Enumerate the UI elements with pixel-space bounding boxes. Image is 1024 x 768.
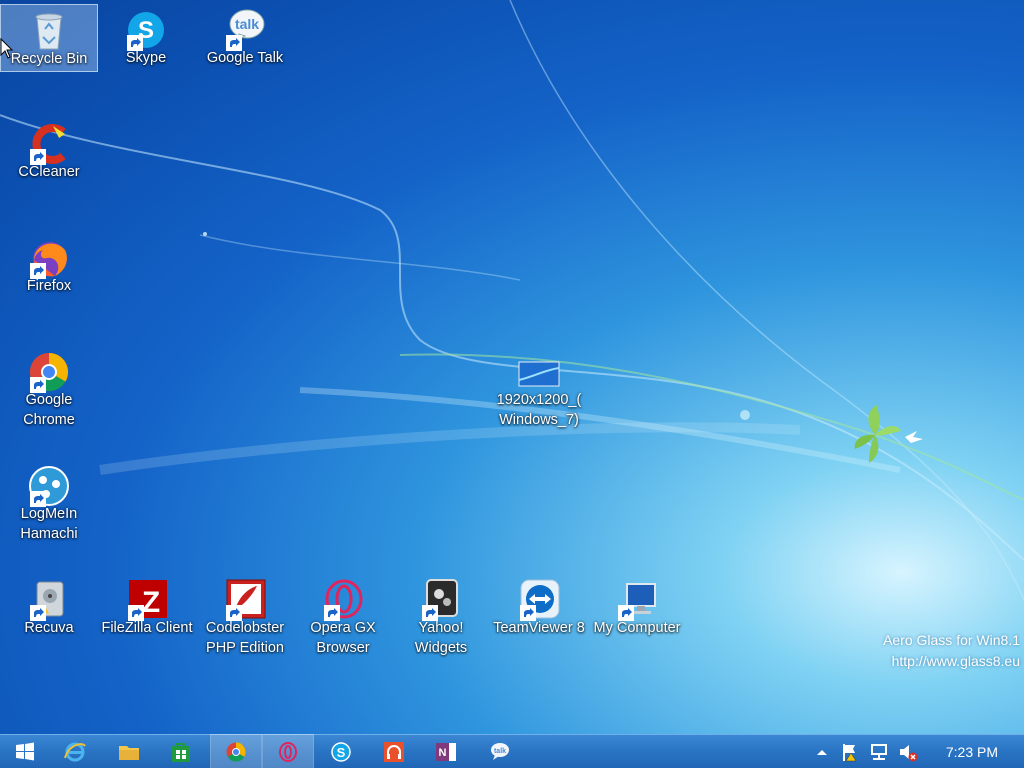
desktop-icon-recycle-bin[interactable]: Recycle Bin [0,4,98,72]
google-talk-icon: talk [491,742,509,760]
yahoo-widgets-icon [417,576,465,624]
shortcut-arrow-icon [30,149,46,165]
start-button[interactable] [0,735,50,768]
svg-text:talk: talk [235,16,259,32]
shortcut-arrow-icon [324,605,340,621]
svg-text:Z: Z [142,586,160,619]
chrome-icon [25,348,73,396]
file-explorer-icon [119,745,139,760]
hamachi-icon [25,462,73,510]
desktop-icon-google-talk[interactable]: talk Google Talk [197,6,293,68]
taskbar-onenote[interactable]: N [421,735,471,768]
show-hidden-icons-icon [817,750,827,755]
taskbar-clock[interactable]: 7:23 PM [946,744,998,760]
shortcut-arrow-icon [128,605,144,621]
desktop-icon-label: 1920x1200_( Windows_7) [496,392,582,428]
taskbar-opera-gx[interactable] [262,734,314,768]
internet-explorer-icon [64,742,86,761]
watermark-line1: Aero Glass for Win8.1 [883,632,1020,648]
volume-button[interactable] [898,742,918,762]
shortcut-arrow-icon [30,263,46,279]
desktop-icon-teamviewer[interactable]: TeamViewer 8 [491,576,587,638]
shortcut-arrow-icon [226,35,242,51]
image-file-icon [515,348,563,396]
recuva-icon [25,576,73,624]
desktop-icon-logmein-hamachi[interactable]: LogMeIn Hamachi [1,462,97,544]
taskbar-music[interactable] [369,735,419,768]
ccleaner-icon [25,120,73,168]
desktop-icon-label: Codelobster PHP Edition [205,620,285,656]
windows-start-icon [16,742,34,760]
desktop-icon-label: Yahoo! Widgets [414,620,468,656]
svg-text:talk: talk [494,748,506,755]
desktop-icon-opera-gx[interactable]: Opera GX Browser [295,576,391,658]
svg-text:S: S [337,745,346,760]
taskbar-skype[interactable]: S [316,735,366,768]
taskbar-google-chrome[interactable] [210,734,262,768]
desktop-icon-wallpaper-image[interactable]: 1920x1200_( Windows_7) [491,348,587,430]
onenote-icon: N [436,742,456,761]
action-center-flag-icon [843,744,857,762]
desktop-icon-label: Google Chrome [23,392,75,428]
taskbar-store[interactable] [156,735,206,768]
shortcut-arrow-icon [30,491,46,507]
network-icon [871,744,887,760]
volume-muted-icon [900,745,918,762]
shortcut-arrow-icon [30,605,46,621]
desktop-icon-firefox[interactable]: Firefox [1,234,97,296]
taskbar: S N talk 7:23 PM [0,734,1024,768]
desktop-icon-google-chrome[interactable]: Google Chrome [1,348,97,430]
chrome-icon [226,742,246,762]
desktop-icon-codelobster[interactable]: Codelobster PHP Edition [197,576,293,658]
taskbar-google-talk[interactable]: talk [474,735,524,768]
show-hidden-icons-button[interactable] [812,742,832,762]
opera-gx-icon [319,576,367,624]
firefox-icon [25,234,73,282]
network-button[interactable] [869,742,889,762]
desktop-icon-yahoo-widgets[interactable]: Yahoo! Widgets [393,576,489,658]
shortcut-arrow-icon [618,605,634,621]
my-computer-icon [613,576,661,624]
desktop-icon-my-computer[interactable]: My Computer [589,576,685,638]
teamviewer-icon [515,576,563,624]
action-center-button[interactable] [840,742,860,762]
taskbar-file-explorer[interactable] [104,735,154,768]
opera-gx-icon [279,741,297,762]
codelobster-icon [221,576,269,624]
recycle-bin-icon [25,7,73,55]
taskbar-internet-explorer[interactable] [50,735,100,768]
aero-glass-watermark: Aero Glass for Win8.1 http://www.glass8.… [883,630,1020,672]
store-icon [172,742,190,762]
skype-icon: S [331,741,351,762]
svg-text:N: N [439,747,447,759]
shortcut-arrow-icon [127,35,143,51]
desktop-icon-label: LogMeIn Hamachi [20,506,78,542]
desktop-icon-filezilla-client[interactable]: Z FileZilla Client [99,576,195,638]
google-talk-icon: talk [221,6,269,54]
mouse-cursor-icon [0,38,14,59]
shortcut-arrow-icon [226,605,242,621]
desktop-icon-skype[interactable]: S Skype [98,6,194,68]
desktop-icon-ccleaner[interactable]: CCleaner [1,120,97,182]
desktop-icon-label: Opera GX Browser [310,620,376,656]
filezilla-icon: Z [123,576,171,624]
shortcut-arrow-icon [30,377,46,393]
skype-icon: S [122,6,170,54]
headphones-icon [384,741,404,762]
shortcut-arrow-icon [520,605,536,621]
shortcut-arrow-icon [422,605,438,621]
desktop[interactable]: Recycle Bin S Skype talk Google Talk CCl… [0,0,1024,734]
desktop-icon-recuva[interactable]: Recuva [1,576,97,638]
watermark-line2: http://www.glass8.eu [891,653,1020,669]
